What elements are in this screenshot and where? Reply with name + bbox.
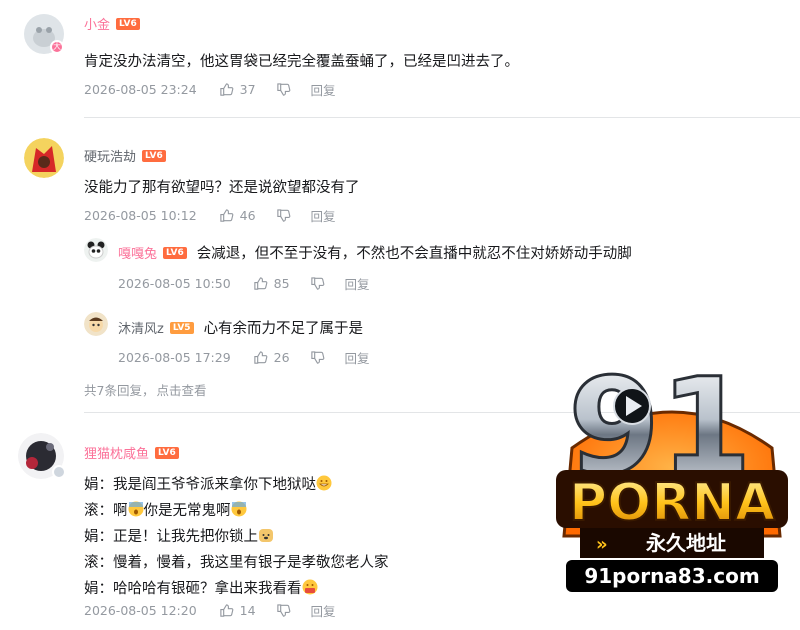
reply-username[interactable]: 嘎嘎兔 [118,243,157,262]
comment-time: 2026-08-05 12:20 [84,603,197,618]
like-count: 14 [239,603,256,618]
like-count: 46 [239,208,256,223]
dislike-button[interactable] [310,276,325,291]
dislike-button[interactable] [276,603,291,618]
reply-text: 会减退，但不至于没有，不然也不会直播中就忍不住对娇娇动手动脚 [196,246,632,262]
level-badge: LV5 [169,321,194,334]
view-more-link[interactable]: 点击查看 [156,383,206,398]
watermark-tagline: 永久地址 [645,531,726,555]
like-count: 85 [273,276,290,291]
comment-line: 滚：慢着，慢着，我这里有银子是孝敬您老人家 [84,555,389,571]
thumbs-down-icon [276,83,290,96]
username[interactable]: 狸猫枕咸鱼 [84,443,149,462]
dislike-button[interactable] [310,350,325,365]
like-button[interactable]: 37 [219,82,256,97]
reply-button[interactable]: 回复 [311,206,336,225]
comment-text: 没能力了那有欲望吗？还是说欲望都没有了 [84,180,360,196]
username[interactable]: 硬玩浩劫 [84,146,136,165]
level-badge: LV6 [163,246,187,259]
comment-line: 娟：哈哈哈有银砸？拿出来我看看 [84,577,318,598]
more-replies-count: 共7条回复， [84,383,155,398]
level-badge: LV6 [155,446,179,459]
avatar[interactable] [24,138,64,178]
thumbs-down-icon [276,604,290,617]
svg-text:»: » [596,534,608,555]
reply-avatar[interactable] [84,238,108,262]
watermark-logo: 91 PORNA » 永久地址 91porna83.com [552,336,792,600]
comment-time: 2026-08-05 10:12 [84,208,197,223]
like-button[interactable]: 14 [219,603,256,618]
thumbs-up-icon [253,351,268,364]
comment-time: 2026-08-05 23:24 [84,82,197,97]
dislike-button[interactable] [276,208,291,223]
thumbs-up-icon [253,277,268,290]
doge-emoji-icon [258,527,274,543]
reply-time: 2026-08-05 17:29 [118,350,231,365]
username[interactable]: 小金 [84,14,110,33]
thumbs-up-icon [219,604,234,617]
comment-line: 娟：我是阎王爷爷派来拿你下地狱哒 [84,473,332,494]
reply-button[interactable]: 回复 [345,274,370,293]
comment-text: 肯定没办法清空，他这胃袋已经完全覆盖蚕蛹了，已经是凹进去了。 [84,54,519,70]
comment-1: 大 小金 LV6 肯定没办法清空，他这胃袋已经完全覆盖蚕蛹了，已经是凹进去了。 … [0,0,800,118]
reply-username[interactable]: 沐清风z [118,318,164,337]
level-badge: LV6 [116,17,140,30]
watermark-brand: PORNA [569,473,775,533]
watermark-url: 91porna83.com [584,564,759,588]
money-emoji-icon [302,579,318,595]
reply-avatar[interactable] [84,312,108,336]
dislike-button[interactable] [276,82,291,97]
like-button[interactable]: 46 [219,208,256,223]
thumbs-down-icon [310,351,324,364]
vip-badge-icon: 大 [50,40,64,54]
reply-button[interactable]: 回复 [345,348,370,367]
like-button[interactable]: 85 [253,276,290,291]
thumbs-up-icon [219,83,234,96]
thumbs-down-icon [310,277,324,290]
reply-button[interactable]: 回复 [311,80,336,99]
reply-text: 心有余而力不足了属于是 [203,321,364,337]
scared-emoji-icon [128,501,144,517]
like-button[interactable]: 26 [253,350,290,365]
grin-emoji-icon [316,475,332,491]
reply-button[interactable]: 回复 [311,601,336,620]
reply-time: 2026-08-05 10:50 [118,276,231,291]
scared-emoji-icon [231,501,247,517]
comment-line: 娟：正是！让我先把你锁上 [84,525,274,546]
like-count: 37 [239,82,256,97]
thumbs-down-icon [276,209,290,222]
verified-badge-icon [52,465,66,479]
comment-line: 滚：啊 你是无常鬼啊 [84,499,247,520]
thumbs-up-icon [219,209,234,222]
more-replies: 共7条回复， 点击查看 [84,380,206,399]
like-count: 26 [273,350,290,365]
level-badge: LV6 [142,149,166,162]
